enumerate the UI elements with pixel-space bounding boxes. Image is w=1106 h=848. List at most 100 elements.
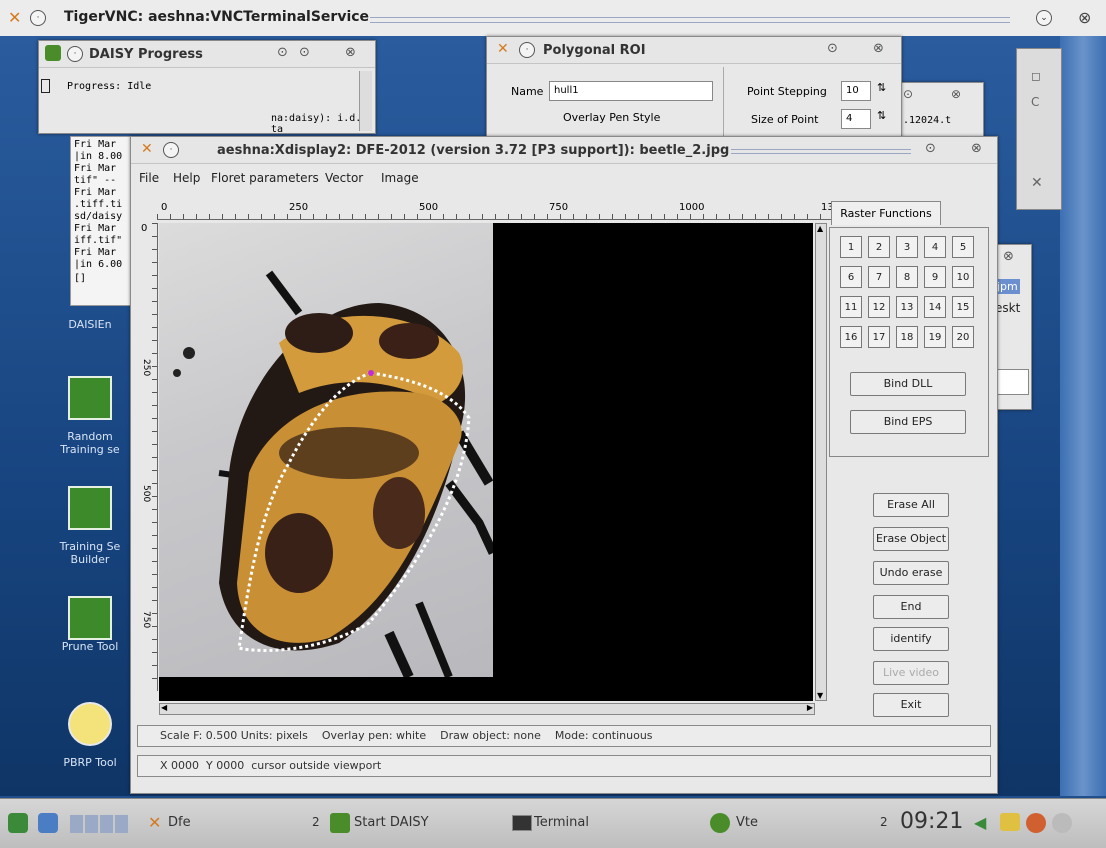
raster-button-17[interactable]: 17 xyxy=(868,326,890,348)
maximize-icon[interactable]: ⊙ xyxy=(299,45,310,60)
raster-button-3[interactable]: 3 xyxy=(896,236,918,258)
vruler-label: 250 xyxy=(141,359,151,377)
terminal-fragment: Fri Mar |in 8.00 Fri Mar tif" -- Fri Mar… xyxy=(70,136,134,306)
stepping-spinner-icon[interactable]: ⇅ xyxy=(877,81,886,94)
raster-button-19[interactable]: 19 xyxy=(924,326,946,348)
window-menu-icon[interactable]: · xyxy=(30,10,46,26)
minimize-icon[interactable]: ⊙ xyxy=(903,87,913,101)
main-title-bar[interactable]: ✕ · aeshna:Xdisplay2: DFE-2012 (version … xyxy=(131,137,997,164)
raster-button-7[interactable]: 7 xyxy=(868,266,890,288)
prune-tool-icon[interactable] xyxy=(68,596,112,640)
daisy-snippet: na:daisy): i.d. ta xyxy=(271,113,362,135)
speaker-icon[interactable]: ◀ xyxy=(974,813,986,832)
desktop-icon-label[interactable]: DAISIEn xyxy=(45,318,135,331)
horizontal-scrollbar[interactable]: ◀ ▶ xyxy=(159,703,815,715)
scroll-right-icon[interactable]: ▶ xyxy=(807,703,813,712)
raster-button-10[interactable]: 10 xyxy=(952,266,974,288)
close-icon[interactable]: ⊗ xyxy=(951,87,961,101)
taskbar-start-daisy[interactable]: Start DAISY xyxy=(354,815,429,830)
raster-functions-tab[interactable]: Raster Functions xyxy=(831,201,941,225)
terminal-line: .tiff.ti xyxy=(74,199,123,210)
scroll-down-icon[interactable]: ▼ xyxy=(817,691,823,700)
menu-image[interactable]: Image xyxy=(381,171,419,185)
side-input[interactable] xyxy=(995,369,1029,395)
identify-button[interactable]: identify xyxy=(873,627,949,651)
desktop-icon-label[interactable]: Random Training se xyxy=(45,430,135,456)
refresh-icon[interactable]: C xyxy=(1031,95,1039,109)
menu-help[interactable]: Help xyxy=(173,171,200,185)
menu-file[interactable]: File xyxy=(139,171,159,185)
taskbar-vte[interactable]: Vte xyxy=(736,815,758,830)
expand-icon[interactable]: ◻ xyxy=(1031,69,1041,83)
live-video-button[interactable]: Live video xyxy=(873,661,949,685)
progress-checkbox[interactable] xyxy=(41,79,50,93)
roi-name-input[interactable]: hull1 xyxy=(549,81,713,101)
size-of-point-input[interactable]: 4 xyxy=(841,109,871,129)
raster-button-18[interactable]: 18 xyxy=(896,326,918,348)
folder-icon[interactable] xyxy=(1000,813,1020,831)
size-spinner-icon[interactable]: ⇅ xyxy=(877,109,886,122)
minimize-icon[interactable]: ⊙ xyxy=(925,141,936,156)
end-button[interactable]: End xyxy=(873,595,949,619)
close-icon[interactable]: ⊗ xyxy=(1078,8,1091,27)
file-manager-icon[interactable] xyxy=(38,813,58,833)
close-icon[interactable]: ⊗ xyxy=(1003,249,1014,264)
close-icon[interactable]: ⊗ xyxy=(971,141,982,156)
raster-button-14[interactable]: 14 xyxy=(924,296,946,318)
erase-all-button[interactable]: Erase All xyxy=(873,493,949,517)
bind-dll-button[interactable]: Bind DLL xyxy=(850,372,966,396)
roi-title-bar[interactable]: ✕ · Polygonal ROI ⊙ ⊗ xyxy=(487,37,901,64)
network-icon[interactable] xyxy=(1026,813,1046,833)
raster-button-12[interactable]: 12 xyxy=(868,296,890,318)
raster-button-2[interactable]: 2 xyxy=(868,236,890,258)
vertical-scrollbar[interactable]: ▲ ▼ xyxy=(815,223,827,701)
minimize-icon[interactable]: ⊙ xyxy=(277,45,288,60)
raster-button-5[interactable]: 5 xyxy=(952,236,974,258)
desktop-icon-label[interactable]: Prune Tool xyxy=(45,640,135,653)
window-menu-icon[interactable]: · xyxy=(519,42,535,58)
desktop-icon-label[interactable]: PBRP Tool xyxy=(45,756,135,769)
raster-button-20[interactable]: 20 xyxy=(952,326,974,348)
desktop-icon-label[interactable]: Training Se Builder xyxy=(45,540,135,566)
training-builder-icon[interactable] xyxy=(68,486,112,530)
power-icon[interactable] xyxy=(1052,813,1072,833)
workspace-switcher-icon[interactable] xyxy=(70,815,128,833)
raster-button-1[interactable]: 1 xyxy=(840,236,862,258)
raster-button-8[interactable]: 8 xyxy=(896,266,918,288)
undo-erase-button[interactable]: Undo erase xyxy=(873,561,949,585)
raster-button-11[interactable]: 11 xyxy=(840,296,862,318)
x-logo-icon: ✕ xyxy=(8,8,22,27)
close-icon[interactable]: ⊗ xyxy=(873,41,884,56)
random-training-icon[interactable] xyxy=(68,376,112,420)
scroll-up-icon[interactable]: ▲ xyxy=(817,224,823,233)
dfe-main-window: ✕ · aeshna:Xdisplay2: DFE-2012 (version … xyxy=(130,136,998,794)
menu-floret-parameters[interactable]: Floret parameters xyxy=(211,171,319,185)
point-stepping-input[interactable]: 10 xyxy=(841,81,871,101)
erase-object-button[interactable]: Erase Object xyxy=(873,527,949,551)
minimize-icon[interactable]: ⌄ xyxy=(1036,10,1052,26)
start-menu-icon[interactable] xyxy=(8,813,28,833)
image-viewport[interactable] xyxy=(159,223,813,701)
menu-vector[interactable]: Vector xyxy=(325,171,363,185)
vnc-title-bar[interactable]: ✕ · TigerVNC: aeshna:VNCTerminalService … xyxy=(0,0,1106,37)
raster-button-9[interactable]: 9 xyxy=(924,266,946,288)
taskbar-terminal[interactable]: Terminal xyxy=(534,815,589,830)
raster-button-13[interactable]: 13 xyxy=(896,296,918,318)
close-icon[interactable]: ✕ xyxy=(1031,175,1043,191)
daisy-title-bar[interactable]: · DAISY Progress ⊙ ⊙ ⊗ xyxy=(39,41,375,68)
window-menu-icon[interactable]: · xyxy=(163,142,179,158)
taskbar-clock[interactable]: 09:21 xyxy=(900,809,963,834)
vruler-label: 750 xyxy=(141,611,151,629)
bind-eps-button[interactable]: Bind EPS xyxy=(850,410,966,434)
raster-button-16[interactable]: 16 xyxy=(840,326,862,348)
raster-button-4[interactable]: 4 xyxy=(924,236,946,258)
scroll-left-icon[interactable]: ◀ xyxy=(161,703,167,712)
exit-button[interactable]: Exit xyxy=(873,693,949,717)
raster-button-6[interactable]: 6 xyxy=(840,266,862,288)
window-menu-icon[interactable]: · xyxy=(67,46,83,62)
minimize-icon[interactable]: ⊙ xyxy=(827,41,838,56)
pbrp-tool-icon[interactable] xyxy=(68,702,112,746)
raster-button-15[interactable]: 15 xyxy=(952,296,974,318)
taskbar-dfe[interactable]: Dfe xyxy=(168,815,191,830)
close-icon[interactable]: ⊗ xyxy=(345,45,356,60)
